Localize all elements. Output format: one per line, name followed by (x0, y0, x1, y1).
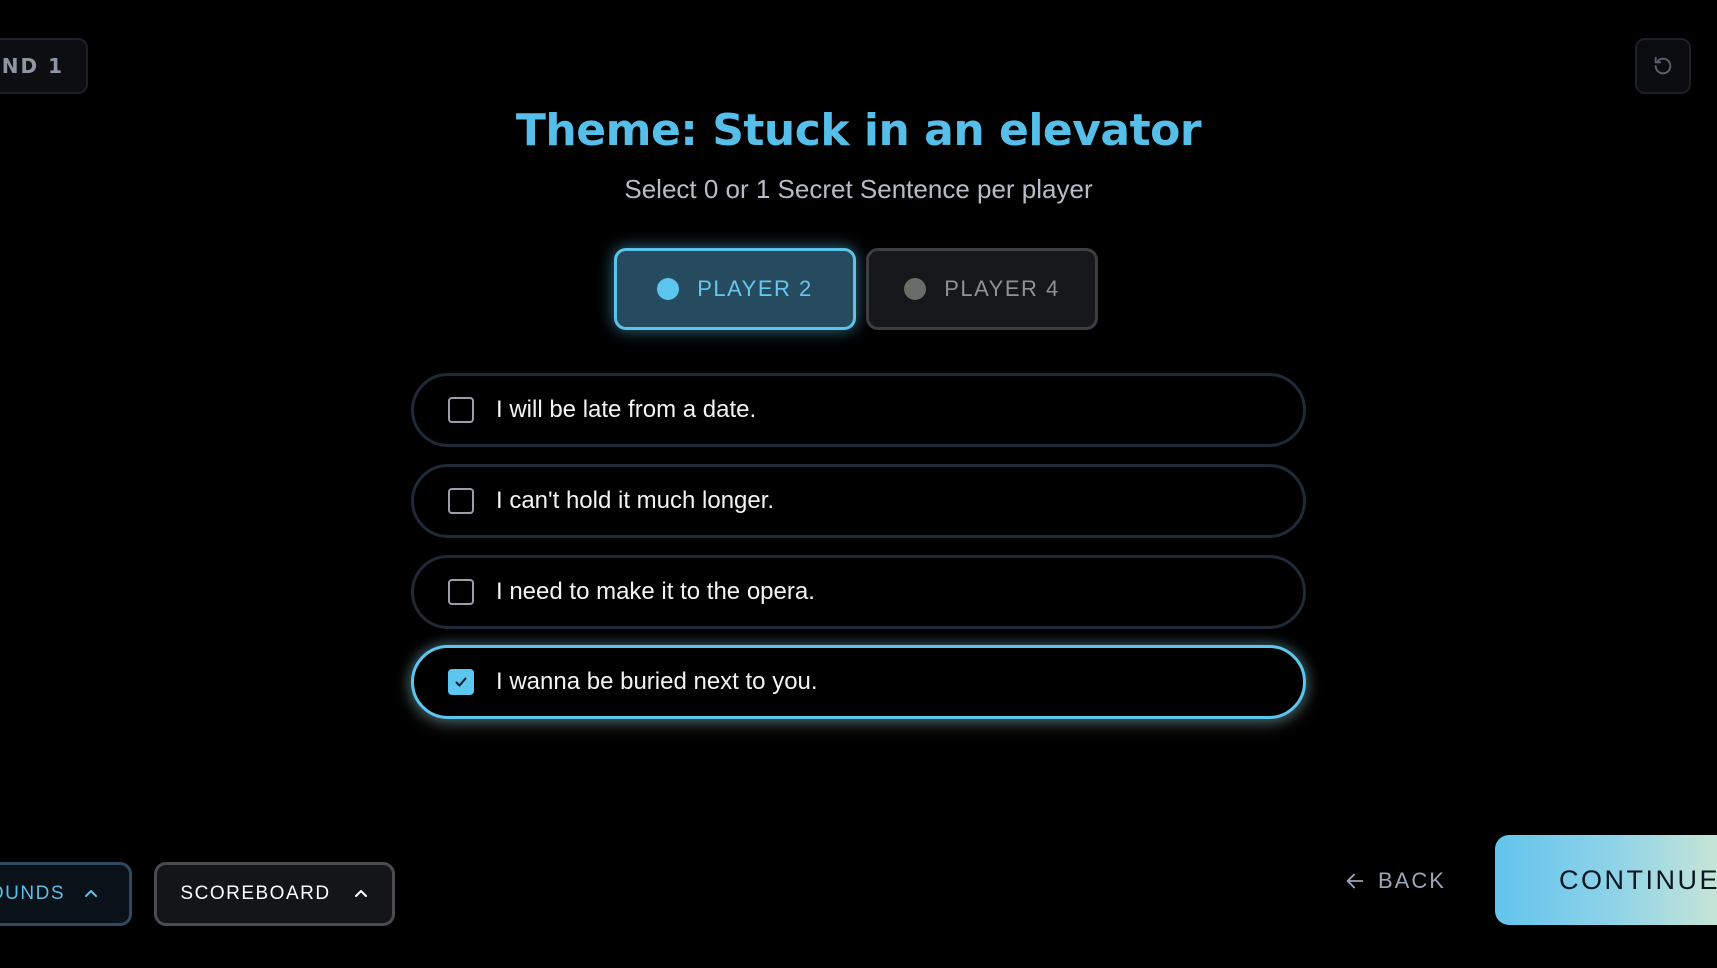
checkbox-checked[interactable] (448, 669, 474, 695)
round-badge: UND 1 (0, 38, 88, 94)
sentence-text: I will be late from a date. (496, 396, 757, 423)
tab-label: PLAYER 4 (944, 276, 1060, 301)
rounds-label: OUNDS (0, 883, 65, 904)
sentence-option[interactable]: I will be late from a date. (411, 373, 1306, 447)
checkmark-icon (455, 677, 467, 687)
sentence-text: I wanna be buried next to you. (496, 668, 818, 695)
tab-label: PLAYER 2 (697, 276, 813, 301)
checkbox[interactable] (448, 488, 474, 514)
tab-player-2[interactable]: PLAYER 2 (614, 248, 856, 330)
checkbox[interactable] (448, 579, 474, 605)
sentence-text: I need to make it to the opera. (496, 578, 815, 605)
player-dot-icon (657, 278, 680, 300)
continue-label: CONTINUE (1559, 864, 1717, 895)
reset-icon (1654, 56, 1672, 75)
sentence-text: I can't hold it much longer. (496, 487, 775, 514)
chevron-up-icon (85, 890, 97, 897)
sentence-option[interactable]: I can't hold it much longer. (411, 464, 1306, 538)
player-dot-icon (904, 278, 927, 300)
reset-button[interactable] (1635, 38, 1691, 94)
rounds-button[interactable]: OUNDS (0, 862, 132, 926)
page-subtitle: Select 0 or 1 Secret Sentence per player (624, 174, 1093, 204)
scoreboard-label: SCOREBOARD (180, 883, 331, 904)
round-label: UND 1 (0, 54, 64, 78)
continue-button[interactable]: CONTINUE (1495, 835, 1717, 925)
page-title: Theme: Stuck in an elevator (515, 105, 1202, 156)
arrow-left-icon (1346, 873, 1364, 889)
scoreboard-button[interactable]: SCOREBOARD (154, 862, 395, 926)
sentence-option-selected[interactable]: I wanna be buried next to you. (411, 645, 1306, 719)
back-label: BACK (1378, 868, 1446, 893)
checkbox[interactable] (448, 397, 474, 423)
tab-player-4[interactable]: PLAYER 4 (866, 248, 1098, 330)
chevron-up-icon (354, 890, 367, 897)
sentence-option[interactable]: I need to make it to the opera. (411, 555, 1306, 629)
back-button[interactable]: BACK (1344, 862, 1446, 900)
